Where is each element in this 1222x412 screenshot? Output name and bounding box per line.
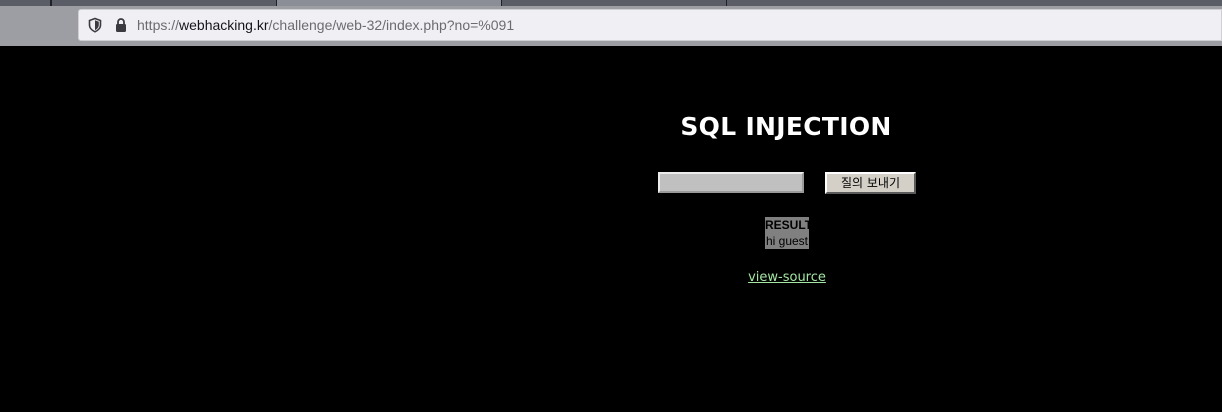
shield-icon[interactable] <box>87 17 103 33</box>
result-box: RESULT hi guest <box>765 217 813 249</box>
view-source-link[interactable]: view-source <box>748 270 826 285</box>
url-path: /challenge/web-32/index.php?no=%091 <box>268 17 515 33</box>
page-content: SQL INJECTION 질의 보내기 RESULT hi guest vie… <box>0 46 1222 412</box>
url-host: webhacking.kr <box>179 17 269 33</box>
view-source-container: view-source <box>0 270 1222 285</box>
result-heading: RESULT <box>765 218 813 232</box>
address-bar[interactable]: https://webhacking.kr/challenge/web-32/i… <box>78 9 1222 41</box>
query-input[interactable] <box>658 172 804 193</box>
page-title: SQL INJECTION <box>680 112 892 141</box>
lock-icon[interactable] <box>113 17 129 33</box>
url-prefix: https:// <box>137 17 180 33</box>
url-text[interactable]: https://webhacking.kr/challenge/web-32/i… <box>137 17 514 33</box>
result-text: hi guest <box>765 234 809 248</box>
submit-query-button[interactable]: 질의 보내기 <box>825 172 916 194</box>
